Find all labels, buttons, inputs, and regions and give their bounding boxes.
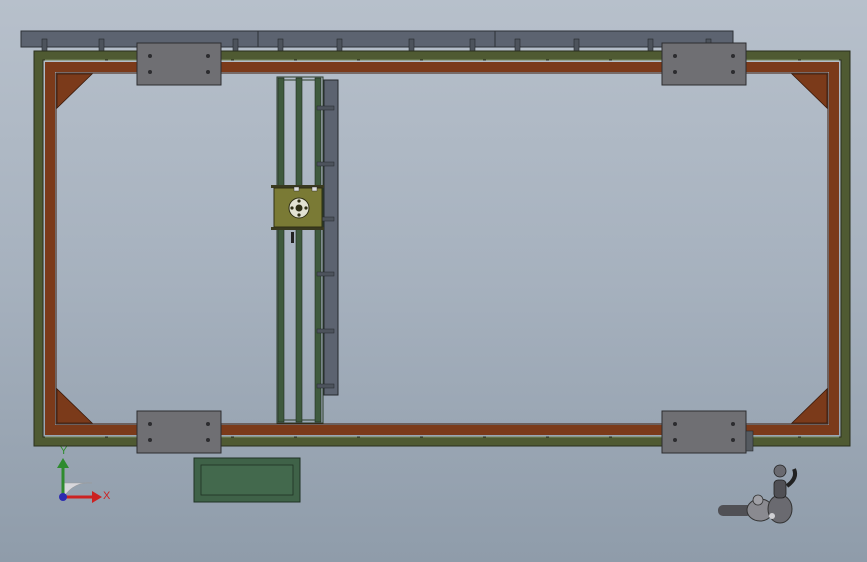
cad-viewport[interactable]: Y X xyxy=(0,0,867,562)
mounting-plate-top-left[interactable] xyxy=(136,42,222,86)
x-axis-label: X xyxy=(103,490,111,502)
corner-gussets xyxy=(56,73,828,424)
mounting-plate-bottom-left[interactable] xyxy=(136,410,222,454)
control-panel-box[interactable] xyxy=(193,457,301,503)
mounting-plate-top-right[interactable] xyxy=(661,42,747,86)
assembly-drawing[interactable]: Y X xyxy=(0,0,867,562)
view-orientation-arm-icon[interactable] xyxy=(718,464,798,524)
gantry-rails[interactable] xyxy=(276,76,324,424)
mounting-plate-bottom-right[interactable] xyxy=(661,410,754,454)
coordinate-triad-icon: Y X xyxy=(57,445,111,503)
outer-frame xyxy=(33,50,851,447)
y-axis-label: Y xyxy=(60,445,68,457)
